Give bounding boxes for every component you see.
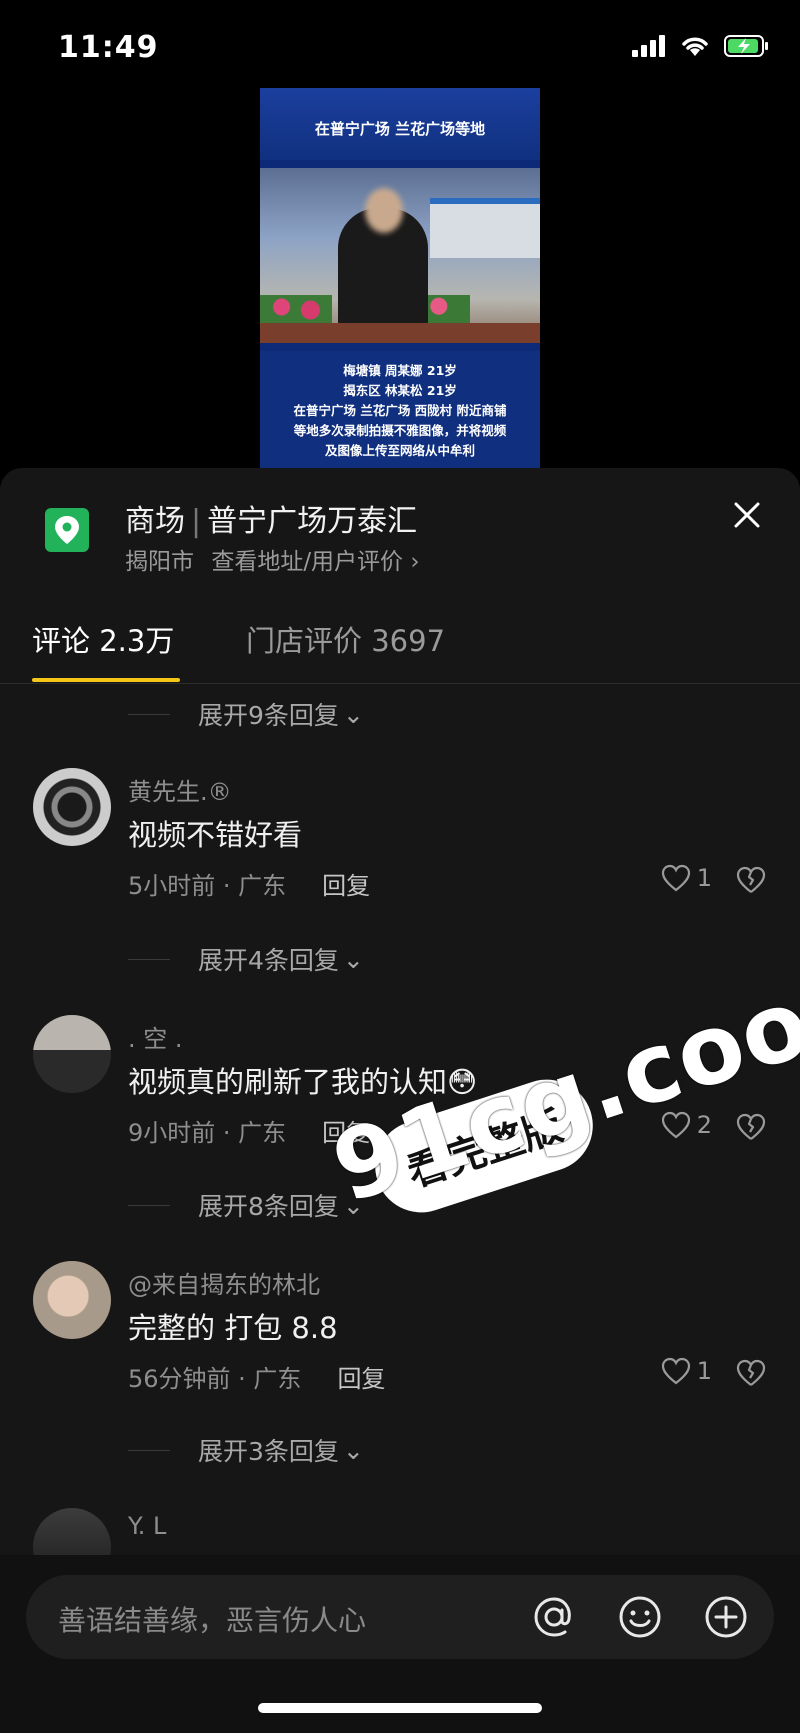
- caption-line: 在普宁广场 兰花广场 西陇村 附近商铺: [293, 403, 507, 418]
- dislike-button[interactable]: [736, 866, 766, 898]
- location-link[interactable]: 查看地址/用户评价: [211, 549, 403, 575]
- like-button[interactable]: 1: [661, 1357, 712, 1385]
- comment-item: Y. L: [0, 1508, 800, 1556]
- at-sign-icon: [534, 1597, 571, 1637]
- comment-meta: 56分钟前 · 广东 回复: [128, 1359, 385, 1394]
- comment-time: 56分钟前 · 广东: [128, 1365, 302, 1393]
- status-time: 11:49: [58, 30, 159, 65]
- expand-replies-button[interactable]: 展开9条回复 ⌄: [128, 694, 364, 734]
- caption-line: 等地多次录制拍摄不雅图像，并将视频: [293, 423, 507, 438]
- home-indicator[interactable]: [258, 1703, 542, 1713]
- smiley-icon: [619, 1596, 661, 1638]
- caption-line: 梅塘镇 周某娜 21岁: [343, 363, 457, 378]
- expand-replies-label: 展开3条回复: [198, 1437, 339, 1466]
- battery-charging-icon: [724, 35, 768, 57]
- broken-heart-icon: [736, 1359, 766, 1386]
- chevron-down-icon: ⌄: [342, 699, 364, 729]
- expand-replies-button[interactable]: 展开4条回复 ⌄: [128, 939, 364, 979]
- expand-replies-label: 展开4条回复: [198, 946, 339, 975]
- chevron-down-icon: ⌄: [342, 1435, 364, 1465]
- location-title[interactable]: 商场 | 普宁广场万泰汇: [125, 496, 417, 540]
- tab-comments[interactable]: 评论 2.3万: [32, 618, 174, 660]
- avatar[interactable]: [33, 768, 111, 846]
- active-tab-indicator: [32, 678, 180, 682]
- status-icons: [632, 34, 770, 58]
- plus-circle-icon: [705, 1596, 747, 1638]
- location-subtitle[interactable]: 揭阳市 查看地址/用户评价 ›: [125, 542, 420, 576]
- location-name: 普宁广场万泰汇: [207, 504, 418, 539]
- expand-replies-label: 展开9条回复: [198, 701, 339, 730]
- broken-heart-icon: [736, 866, 766, 893]
- comment-item: 黄先生.® 视频不错好看 5小时前 · 广东 回复 1: [0, 768, 800, 918]
- title-divider: |: [191, 504, 202, 539]
- comment-time: 5小时前 · 广东: [128, 872, 287, 900]
- comment-text: 完整的 打包 8.8: [128, 1311, 338, 1345]
- divider: [128, 1204, 170, 1206]
- divider: [128, 1449, 170, 1451]
- comment-username[interactable]: @来自揭东的林北: [128, 1265, 320, 1300]
- comment-username[interactable]: . 空 .: [128, 1019, 183, 1054]
- dislike-button[interactable]: [736, 1113, 766, 1145]
- heart-icon: [661, 864, 690, 892]
- video-player[interactable]: 在普宁广场 兰花广场等地 梅塘镇 周某娜 21岁 揭东区 林某松 21岁 在普宁…: [260, 88, 540, 468]
- avatar[interactable]: [33, 1508, 111, 1556]
- comment-input-placeholder: 善语结善缘，恶言伤人心: [58, 1604, 367, 1637]
- caption-line: 揭东区 林某松 21岁: [343, 383, 457, 398]
- video-frame-image: [260, 168, 540, 343]
- chevron-down-icon: ⌄: [342, 944, 364, 974]
- comment-input-bar: 善语结善缘，恶言伤人心: [0, 1555, 800, 1733]
- reply-button[interactable]: 回复: [322, 866, 370, 901]
- close-icon: [734, 502, 760, 528]
- signal-icon: [632, 35, 665, 57]
- video-caption: 梅塘镇 周某娜 21岁 揭东区 林某松 21岁 在普宁广场 兰花广场 西陇村 附…: [260, 351, 540, 468]
- comment-meta: 5小时前 · 广东 回复: [128, 866, 370, 901]
- divider: [128, 958, 170, 960]
- comment-time: 9小时前 · 广东: [128, 1119, 287, 1147]
- like-count: 2: [696, 1111, 712, 1139]
- caption-line: 及图像上传至网络从中牟利: [324, 443, 475, 458]
- wifi-icon: [682, 37, 708, 56]
- like-count: 1: [696, 864, 712, 892]
- like-button[interactable]: 1: [661, 864, 712, 892]
- divider: [128, 713, 170, 715]
- comment-item: @来自揭东的林北 完整的 打包 8.8 56分钟前 · 广东 回复 1: [0, 1261, 800, 1411]
- emoji-button[interactable]: [614, 1591, 666, 1643]
- mention-button[interactable]: [528, 1591, 580, 1643]
- location-city: 揭阳市: [125, 549, 194, 575]
- avatar[interactable]: [33, 1261, 111, 1339]
- comment-username[interactable]: Y. L: [128, 1512, 166, 1540]
- dislike-button[interactable]: [736, 1359, 766, 1391]
- chevron-right-icon: ›: [410, 549, 420, 575]
- video-title-strip: 在普宁广场 兰花广场等地: [260, 88, 540, 160]
- comment-text: 视频不错好看: [128, 818, 303, 852]
- location-pin-icon: [45, 508, 89, 552]
- add-button[interactable]: [700, 1591, 752, 1643]
- broken-heart-icon: [736, 1113, 766, 1140]
- expand-replies-button[interactable]: 展开3条回复 ⌄: [128, 1430, 364, 1470]
- comment-username[interactable]: 黄先生.®: [128, 772, 232, 807]
- like-count: 1: [696, 1357, 712, 1385]
- expand-replies-label: 展开8条回复: [198, 1192, 339, 1221]
- location-category: 商场: [125, 504, 185, 539]
- heart-icon: [661, 1357, 690, 1385]
- status-bar: 11:49: [0, 0, 800, 100]
- tab-bar: 评论 2.3万 门店评价 3697: [0, 598, 800, 684]
- tab-store-reviews[interactable]: 门店评价 3697: [246, 618, 445, 660]
- comment-input[interactable]: 善语结善缘，恶言伤人心: [26, 1575, 774, 1659]
- reply-button[interactable]: 回复: [337, 1359, 385, 1394]
- close-button[interactable]: [726, 494, 768, 536]
- expand-replies-button[interactable]: 展开8条回复 ⌄: [128, 1185, 364, 1225]
- avatar[interactable]: [33, 1015, 111, 1093]
